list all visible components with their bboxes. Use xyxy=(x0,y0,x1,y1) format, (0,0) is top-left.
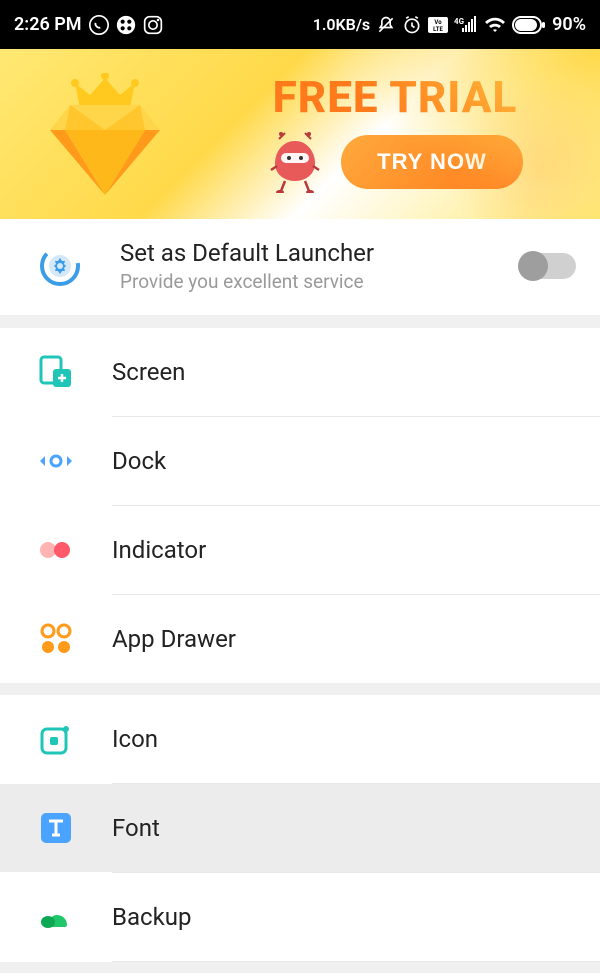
diamond-crown-graphic xyxy=(50,73,160,195)
setting-font[interactable]: Font xyxy=(0,784,600,872)
setting-label: App Drawer xyxy=(112,625,576,653)
default-launcher-subtitle: Provide you excellent service xyxy=(120,270,520,293)
free-trial-banner[interactable]: FREE TRIAL TRY NOW xyxy=(0,49,600,219)
icon-setting-icon xyxy=(38,721,74,757)
svg-text:Vo: Vo xyxy=(435,19,443,26)
setting-label: Screen xyxy=(112,358,576,386)
default-launcher-toggle[interactable] xyxy=(520,253,576,279)
font-icon xyxy=(38,810,74,846)
setting-label: Icon xyxy=(112,725,576,753)
svg-text:4G: 4G xyxy=(454,17,465,26)
app-drawer-icon xyxy=(38,621,74,657)
alarm-icon xyxy=(402,15,422,35)
default-launcher-title: Set as Default Launcher xyxy=(120,239,520,267)
default-launcher-row[interactable]: Set as Default Launcher Provide you exce… xyxy=(0,219,600,316)
setting-screen[interactable]: Screen xyxy=(0,328,600,416)
whatsapp-icon xyxy=(89,15,109,35)
status-battery-pct: 90% xyxy=(552,14,586,35)
signal-icon: 4G xyxy=(454,16,478,34)
notification-muted-icon xyxy=(376,15,396,35)
setting-dock[interactable]: Dock xyxy=(0,417,600,505)
setting-indicator[interactable]: Indicator xyxy=(0,506,600,594)
settings-group-appearance: Icon Font Backup xyxy=(0,695,600,962)
instagram-icon xyxy=(143,15,163,35)
setting-label: Indicator xyxy=(112,536,576,564)
status-data-rate: 1.0KB/s xyxy=(313,15,370,34)
wifi-icon xyxy=(484,16,506,34)
backup-icon xyxy=(38,899,74,935)
status-time: 2:26 PM xyxy=(14,14,82,35)
setting-label: Font xyxy=(112,814,576,842)
dock-icon xyxy=(38,443,74,479)
setting-backup[interactable]: Backup xyxy=(0,873,600,961)
battery-icon xyxy=(512,16,546,34)
app-grid-icon xyxy=(116,15,136,35)
setting-label: Backup xyxy=(112,903,576,931)
status-bar: 2:26 PM 1.0KB/s VoLTE 4G 90% xyxy=(0,0,600,49)
svg-text:LTE: LTE xyxy=(433,26,443,33)
settings-group-layout: Screen Dock Indicator App Drawer xyxy=(0,328,600,683)
indicator-icon xyxy=(38,532,74,568)
volte-icon: VoLTE xyxy=(428,17,448,33)
setting-label: Dock xyxy=(112,447,576,475)
setting-icon[interactable]: Icon xyxy=(0,695,600,783)
screen-icon xyxy=(38,354,74,390)
gear-icon xyxy=(38,244,82,288)
setting-app-drawer[interactable]: App Drawer xyxy=(0,595,600,683)
